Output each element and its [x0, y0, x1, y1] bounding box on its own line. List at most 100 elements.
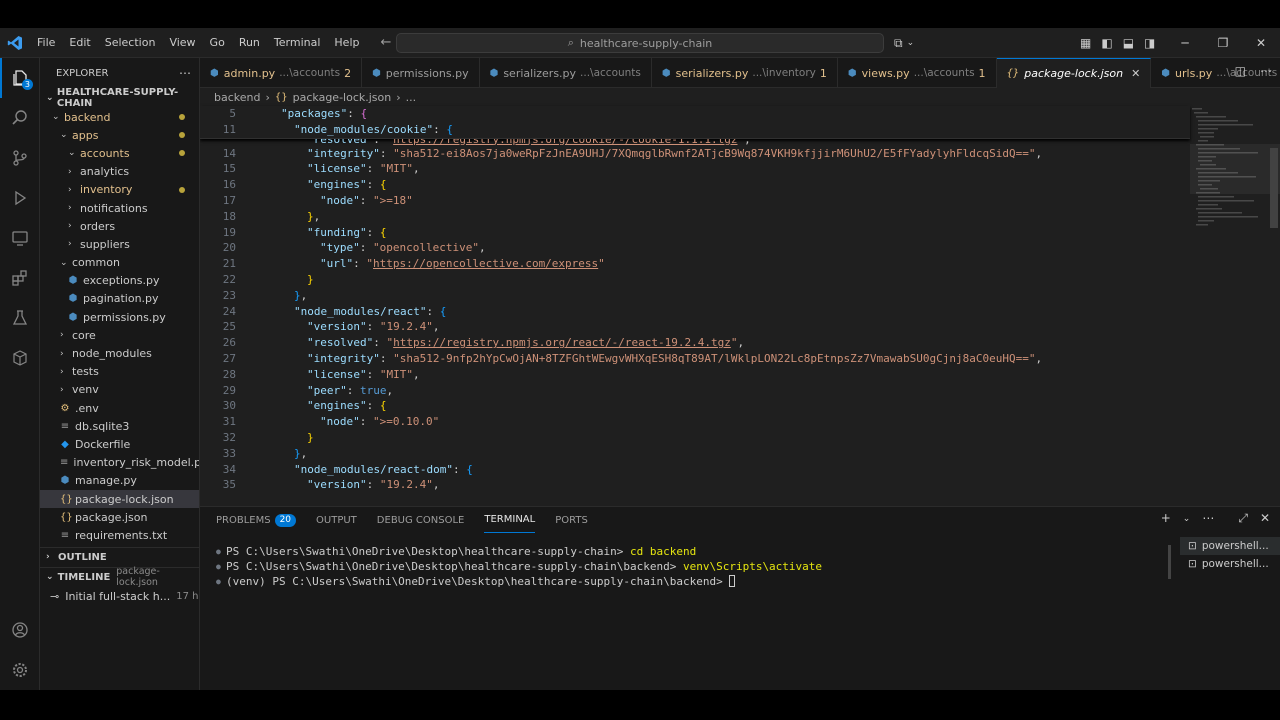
outline-section[interactable]: › OUTLINE [40, 546, 199, 567]
breadcrumb-file[interactable]: package-lock.json [293, 91, 392, 104]
tree-item-exceptions-py[interactable]: ⬢ exceptions.py [40, 272, 199, 290]
panel-tab-terminal[interactable]: TERMINAL [484, 507, 536, 533]
workspace-root[interactable]: ⌄ HEALTHCARE-SUPPLY-CHAIN [40, 87, 199, 109]
tab-label: admin.py [223, 66, 276, 80]
sticky-scroll: 5 "packages": {11 "node_modules/cookie": { [200, 106, 1190, 139]
tree-item-package-lock-json[interactable]: {} package-lock.json [40, 489, 199, 509]
tree-item-dockerfile[interactable]: ◆ Dockerfile [40, 435, 199, 453]
panel-tab-problems[interactable]: PROBLEMS 20 [216, 507, 297, 533]
timeline-section[interactable]: ⌄ TIMELINE package-lock.json [40, 566, 199, 588]
remote-explorer-icon[interactable] [0, 218, 40, 258]
tree-item-node-modules[interactable]: › node_modules [40, 344, 199, 362]
tree-item-analytics[interactable]: › analytics [40, 163, 199, 181]
code-editor[interactable]: 5 "packages": {11 "node_modules/cookie": {… [200, 106, 1190, 506]
split-editor-icon[interactable]: ◫ [1235, 64, 1246, 78]
close-icon[interactable]: ✕ [1131, 67, 1140, 80]
line-number: 16 [222, 178, 236, 192]
menu-item-file[interactable]: File [30, 28, 62, 58]
menu-item-terminal[interactable]: Terminal [267, 28, 328, 58]
code-token: : [373, 138, 387, 146]
line-number: 29 [222, 383, 236, 397]
tree-item-tests[interactable]: › tests [40, 363, 199, 381]
tree-item-backend[interactable]: ⌄ backend [40, 108, 199, 126]
code-token: "node_modules/react-dom" [294, 462, 453, 476]
copilot-button[interactable]: ⧉ ⌄ [894, 34, 934, 52]
editor-tab-package-lock-json[interactable]: {} package-lock.json ✕ [996, 58, 1152, 88]
editor-tab-admin-py[interactable]: ⬢ admin.py ...\accounts 2 [200, 58, 363, 88]
editor-scrollbar[interactable] [1270, 148, 1278, 228]
containers-icon[interactable] [0, 338, 40, 378]
chevron-right-icon: › [60, 366, 64, 377]
more-actions-icon[interactable]: ⋯ [1202, 511, 1214, 527]
minimize-icon[interactable]: ─ [1166, 28, 1204, 58]
line-source: "funding": { [236, 225, 386, 241]
close-window-icon[interactable]: ✕ [1242, 28, 1280, 58]
tab-description: ...\accounts [913, 67, 975, 79]
extensions-icon[interactable] [0, 258, 40, 298]
editor-tab-views-py[interactable]: ⬢ views.py ...\accounts 1 [838, 58, 997, 88]
explorer-icon[interactable]: 3 [0, 58, 40, 98]
chevron-down-icon[interactable]: ⌄ [1183, 511, 1191, 527]
editor-tab-serializers-py[interactable]: ⬢ serializers.py ...\inventory 1 [652, 58, 838, 88]
code-line: 5 "packages": { [200, 106, 1190, 122]
more-actions-icon[interactable]: ⋯ [179, 66, 191, 80]
tree-item--env[interactable]: ⚙ .env [40, 399, 199, 417]
gear-icon[interactable] [0, 650, 40, 690]
breadcrumb-folder[interactable]: backend [214, 91, 260, 104]
line-number: 17 [222, 193, 236, 207]
maximize-panel-icon[interactable]: ⤢ [1238, 511, 1248, 527]
tree-item-manage-py[interactable]: ⬢ manage.py [40, 472, 199, 490]
terminal-instance[interactable]: ⊡ powershell... [1180, 537, 1280, 555]
tree-item-apps[interactable]: ⌄ apps [40, 126, 199, 144]
code-token: { [466, 462, 473, 476]
tree-item-notifications[interactable]: › notifications [40, 199, 199, 217]
editor-tab-serializers-py[interactable]: ⬢ serializers.py ...\accounts [480, 58, 652, 88]
menu-item-run[interactable]: Run [232, 28, 267, 58]
search-icon[interactable] [0, 98, 40, 138]
customize-layout-icon[interactable]: ▦ [1080, 36, 1091, 50]
tree-item-inventory-risk-model-pkl[interactable]: ≡ inventory_risk_model.pkl [40, 454, 199, 472]
minimap[interactable] [1190, 106, 1280, 506]
testing-icon[interactable] [0, 298, 40, 338]
tree-item-requirements-txt[interactable]: ≡ requirements.txt [40, 526, 199, 544]
menu-item-selection[interactable]: Selection [98, 28, 163, 58]
panel-tab-output[interactable]: OUTPUT [316, 507, 357, 533]
code-line: 30 "engines": { [200, 398, 1190, 414]
tree-item-orders[interactable]: › orders [40, 217, 199, 235]
close-panel-icon[interactable]: ✕ [1260, 511, 1270, 527]
run-debug-icon[interactable] [0, 178, 40, 218]
toggle-primary-sidebar-icon[interactable]: ◧ [1101, 36, 1112, 50]
terminal-scrollbar[interactable] [1168, 545, 1171, 579]
tree-item-venv[interactable]: › venv [40, 381, 199, 399]
tree-item-db-sqlite3[interactable]: ≡ db.sqlite3 [40, 417, 199, 435]
panel-tab-debug-console[interactable]: DEBUG CONSOLE [377, 507, 465, 533]
back-arrow-icon[interactable]: ← [380, 35, 391, 50]
restore-icon[interactable]: ❐ [1204, 28, 1242, 58]
tree-item-common[interactable]: ⌄ common [40, 254, 199, 272]
editor-tab-permissions-py[interactable]: ⬢ permissions.py [362, 58, 480, 88]
new-terminal-icon[interactable]: + [1161, 511, 1171, 527]
terminal-output[interactable]: ● PS C:\Users\Swathi\OneDrive\Desktop\hea… [216, 545, 1166, 589]
toggle-secondary-sidebar-icon[interactable]: ◨ [1144, 36, 1155, 50]
tree-item-suppliers[interactable]: › suppliers [40, 235, 199, 253]
terminal-instance[interactable]: ⊡ powershell... [1180, 555, 1280, 573]
toggle-panel-icon[interactable]: ⬓ [1123, 36, 1134, 50]
tree-item-core[interactable]: › core [40, 326, 199, 344]
breadcrumb-more[interactable]: ... [406, 91, 417, 104]
command-center-search[interactable]: ⌕ healthcare-supply-chain [396, 33, 884, 53]
source-control-icon[interactable] [0, 138, 40, 178]
tree-item-package-json[interactable]: {} package.json [40, 508, 199, 526]
menu-item-help[interactable]: Help [327, 28, 366, 58]
menu-item-edit[interactable]: Edit [62, 28, 97, 58]
menu-item-go[interactable]: Go [203, 28, 232, 58]
more-actions-icon[interactable]: ⋯ [1260, 64, 1272, 78]
account-icon[interactable] [0, 610, 40, 650]
tree-item-accounts[interactable]: ⌄ accounts [40, 144, 199, 162]
tree-item-inventory[interactable]: › inventory [40, 181, 199, 199]
panel-tab-ports[interactable]: PORTS [555, 507, 588, 533]
timeline-entry[interactable]: ⊸ Initial full-stack h... 17 hrs [40, 587, 199, 607]
layout-controls: ▦ ◧ ⬓ ◨ [1080, 28, 1155, 58]
tree-item-pagination-py[interactable]: ⬢ pagination.py [40, 290, 199, 308]
tree-item-permissions-py[interactable]: ⬢ permissions.py [40, 308, 199, 326]
menu-item-view[interactable]: View [162, 28, 202, 58]
